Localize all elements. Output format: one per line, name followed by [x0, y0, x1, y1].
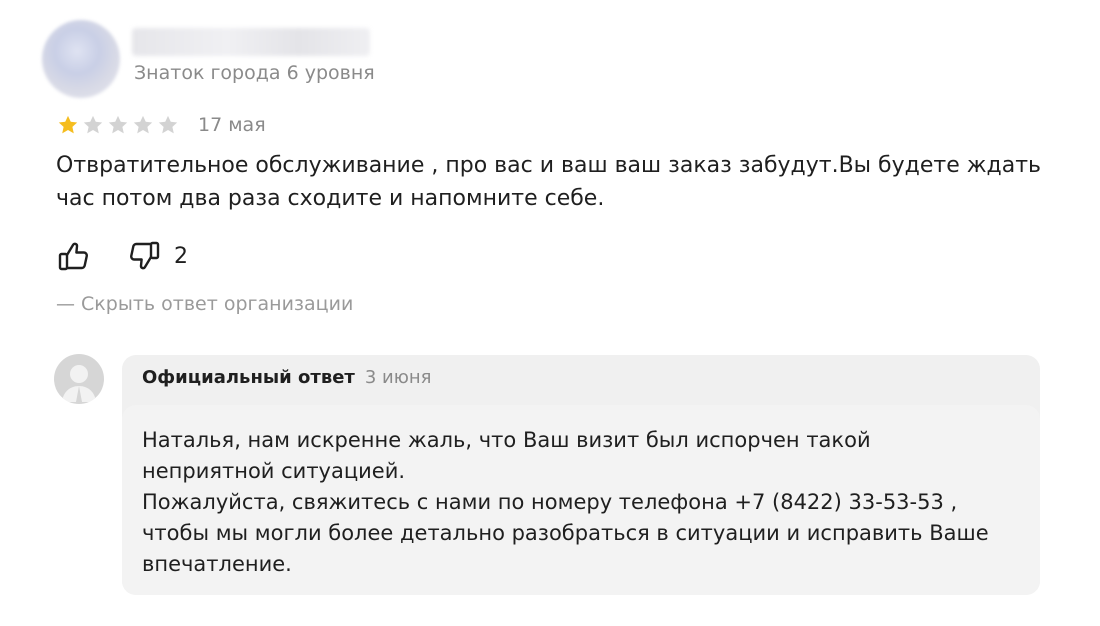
answer-date: 3 июня [364, 367, 432, 388]
star-icon [158, 115, 178, 134]
answer-body: Наталья, нам искренне жаль, что Ваш визи… [122, 405, 1040, 595]
hide-answer-link[interactable]: — Скрыть ответ организации [56, 293, 353, 315]
star-rating [56, 114, 180, 136]
answer-title: Официальный ответ [142, 367, 355, 388]
user-silhouette-icon [62, 365, 96, 402]
answer-header: Официальный ответ 3 июня [142, 367, 432, 388]
org-avatar [54, 354, 104, 404]
dislike-count: 2 [174, 243, 188, 269]
author-level: Знаток города 6 уровня [134, 62, 375, 84]
star-icon [58, 115, 78, 134]
star-icon [83, 115, 103, 134]
author-avatar[interactable] [42, 20, 120, 98]
official-answer-card: Официальный ответ 3 июня Наталья, нам ис… [122, 355, 1040, 595]
author-name-blurred[interactable] [132, 28, 370, 56]
dislike-button[interactable]: 2 [126, 238, 188, 274]
thumbs-up-icon [58, 242, 88, 271]
answer-text: Наталья, нам искренне жаль, что Ваш визи… [142, 428, 989, 576]
star-icon [108, 115, 128, 134]
review-date: 17 мая [198, 114, 266, 136]
thumbs-down-icon [130, 241, 160, 270]
like-button[interactable] [56, 238, 92, 274]
star-icon [133, 115, 153, 134]
review-text: Отвратительное обслуживание , про вас и … [56, 153, 1042, 211]
